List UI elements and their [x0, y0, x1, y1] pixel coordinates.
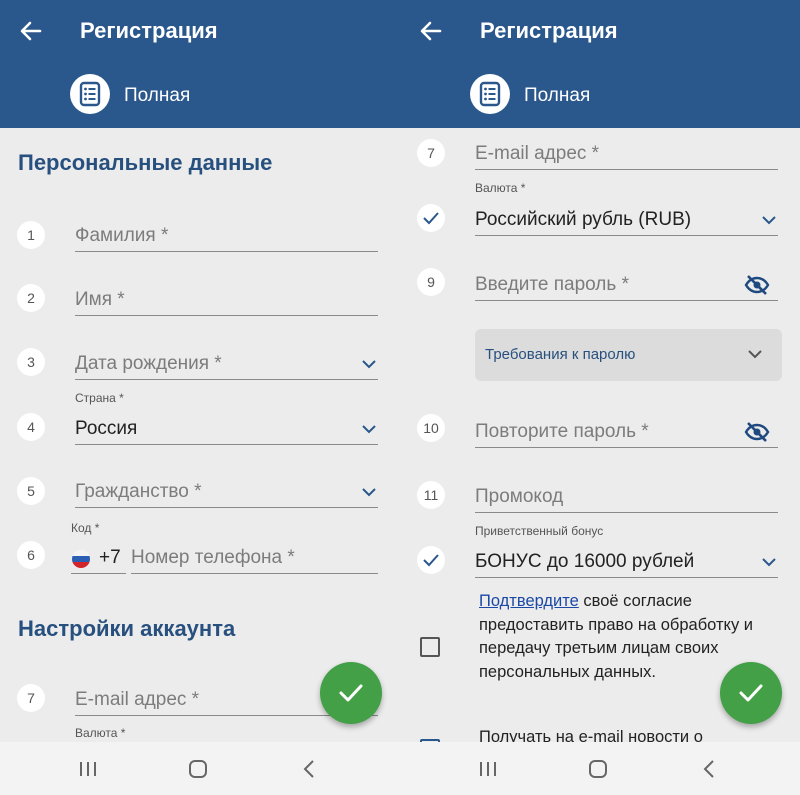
step-number: 4 — [17, 413, 45, 441]
phone-code-select[interactable]: +7 — [71, 542, 126, 574]
chevron-down-icon — [362, 425, 376, 434]
first-name-placeholder: Имя * — [75, 289, 125, 310]
registration-mode-button[interactable] — [470, 74, 510, 114]
phone-code-value: +7 — [99, 547, 121, 568]
password-placeholder: Введите пароль * — [475, 274, 629, 295]
step-number: 1 — [17, 221, 45, 249]
step-number: 7 — [17, 684, 45, 712]
recents-icon[interactable] — [476, 758, 500, 780]
bonus-label: Приветственный бонус — [475, 524, 604, 538]
phone-code-label: Код * — [71, 521, 100, 535]
currency-select[interactable]: Российский рубль (RUB) — [475, 204, 778, 236]
check-icon — [739, 684, 763, 702]
currency-label: Валюта * — [475, 181, 526, 195]
submit-button[interactable] — [320, 662, 382, 724]
phone-number-field[interactable]: Номер телефона * — [131, 542, 378, 574]
step-number: 3 — [17, 348, 45, 376]
registration-mode-label: Полная — [124, 85, 191, 106]
step-number: 2 — [17, 284, 45, 312]
nav-back-icon[interactable] — [698, 758, 722, 780]
back-arrow-icon[interactable] — [14, 14, 48, 48]
bonus-select[interactable]: БОНУС до 16000 рублей — [475, 546, 778, 578]
system-nav-bar — [400, 742, 800, 795]
birth-date-placeholder: Дата рождения * — [75, 353, 222, 374]
step-number: 11 — [417, 481, 445, 509]
step-complete-indicator — [417, 204, 445, 232]
consent-checkbox[interactable] — [420, 637, 440, 657]
consent-line4: персональных данных. — [479, 662, 656, 681]
page-title: Регистрация — [480, 18, 618, 43]
first-name-field[interactable]: Имя * — [75, 284, 378, 316]
currency-label: Валюта * — [75, 726, 126, 740]
home-icon[interactable] — [586, 758, 610, 780]
app-header: Регистрация Полная — [400, 0, 800, 128]
surname-field[interactable]: Фамилия * — [75, 220, 378, 252]
check-icon — [423, 212, 439, 225]
country-label: Страна * — [75, 391, 124, 405]
russia-flag-icon — [72, 550, 90, 568]
step-number: 6 — [17, 541, 45, 569]
registration-mode-label: Полная — [524, 85, 591, 106]
step-complete-indicator — [417, 546, 445, 574]
left-screen: Регистрация Полная Персональные данные 1… — [0, 0, 400, 795]
step-number: 7 — [417, 139, 445, 167]
check-icon — [339, 684, 363, 702]
consent-line1-rest: своё согласие — [578, 592, 692, 610]
email-placeholder: E-mail адрес * — [475, 143, 600, 164]
chevron-down-icon — [362, 360, 376, 369]
country-select[interactable]: Россия — [75, 413, 378, 445]
right-screen: Регистрация Полная 7 E-mail адрес * Валю… — [400, 0, 800, 795]
password-requirements-toggle[interactable]: Требования к паролю — [475, 329, 782, 381]
repeat-password-field[interactable]: Повторите пароль * — [475, 416, 778, 448]
chevron-down-icon — [762, 558, 776, 567]
citizenship-placeholder: Гражданство * — [75, 481, 202, 502]
consent-line3: передачу третьим лицам своих — [479, 639, 719, 657]
eye-off-icon[interactable] — [744, 274, 770, 296]
nav-back-icon[interactable] — [298, 758, 322, 780]
phone-number-placeholder: Номер телефона * — [131, 547, 295, 568]
email-placeholder: E-mail адрес * — [75, 689, 200, 710]
chevron-down-icon — [762, 216, 776, 225]
citizenship-select[interactable]: Гражданство * — [75, 476, 378, 508]
home-icon[interactable] — [186, 758, 210, 780]
registration-mode-button[interactable] — [70, 74, 110, 114]
confirm-link[interactable]: Подтвердите — [479, 592, 579, 610]
step-number: 9 — [417, 268, 445, 296]
consent-line2: предоставить право на обработку и — [479, 615, 754, 634]
app-header: Регистрация Полная — [0, 0, 400, 128]
currency-value: Российский рубль (RUB) — [475, 209, 692, 230]
step-number: 10 — [417, 414, 445, 442]
chevron-down-icon — [748, 350, 762, 359]
recents-icon[interactable] — [76, 758, 100, 780]
section-title-personal: Персональные данные — [18, 150, 273, 175]
list-icon — [479, 81, 501, 107]
email-field[interactable]: E-mail адрес * — [475, 138, 778, 170]
bonus-value: БОНУС до 16000 рублей — [475, 551, 695, 572]
step-number: 5 — [17, 477, 45, 505]
list-icon — [79, 81, 101, 107]
birth-date-select[interactable]: Дата рождения * — [75, 348, 378, 380]
surname-placeholder: Фамилия * — [75, 225, 169, 246]
promo-code-placeholder: Промокод — [475, 486, 564, 507]
password-field[interactable]: Введите пароль * — [475, 269, 778, 301]
country-value: Россия — [75, 418, 138, 439]
submit-button[interactable] — [720, 662, 782, 724]
page-title: Регистрация — [80, 18, 218, 43]
eye-off-icon[interactable] — [744, 421, 770, 443]
system-nav-bar — [0, 742, 400, 795]
back-arrow-icon[interactable] — [414, 14, 448, 48]
repeat-password-placeholder: Повторите пароль * — [475, 421, 649, 442]
promo-code-field[interactable]: Промокод — [475, 481, 778, 513]
password-requirements-label: Требования к паролю — [485, 346, 636, 363]
chevron-down-icon — [362, 488, 376, 497]
section-title-account: Настройки аккаунта — [18, 616, 236, 641]
check-icon — [423, 554, 439, 567]
